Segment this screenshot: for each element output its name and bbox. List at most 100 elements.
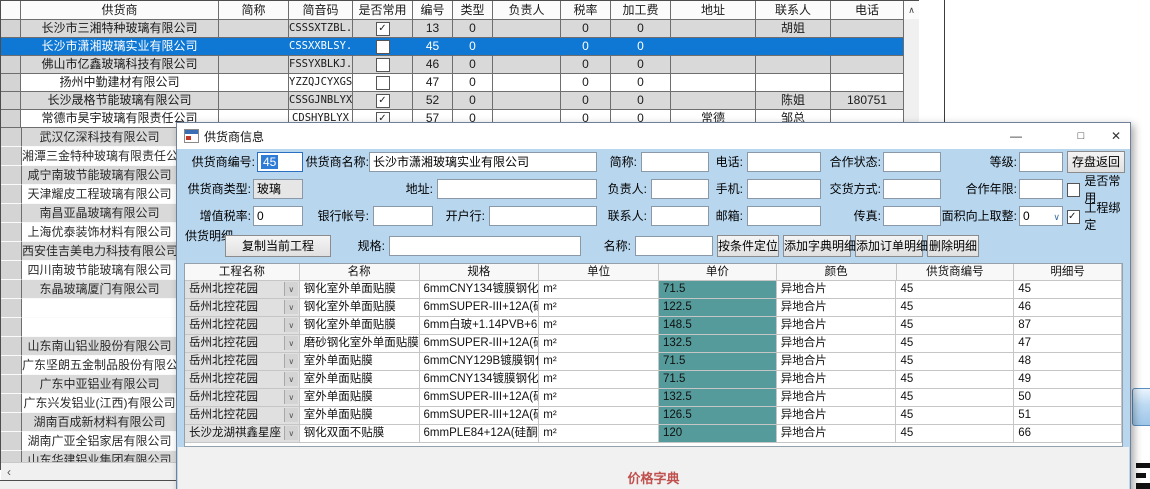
supplier-type-input[interactable]: 玻璃 bbox=[253, 179, 303, 199]
supplier-list-item[interactable] bbox=[1, 299, 177, 318]
spec-cell[interactable]: 6mmSUPER-III+12A(硅... bbox=[420, 299, 540, 317]
supplier-list-item[interactable]: 武汉亿深科技有限公司 bbox=[1, 128, 177, 147]
supplier-table-row[interactable]: 长沙市潇湘玻璃实业有限公司 CSSXXBLSY... 45 0 0 0 bbox=[1, 38, 919, 56]
name-cell[interactable]: 室外单面贴膜 bbox=[300, 371, 420, 389]
project-combo-cell[interactable]: 岳州北控花园 bbox=[185, 389, 300, 407]
col-header-supplier-no[interactable]: 供货商编号 bbox=[897, 264, 1015, 281]
supplier-list-item[interactable]: 西安佳吉美电力科技有限公司 bbox=[1, 242, 177, 261]
copy-project-button[interactable]: 复制当前工程 bbox=[225, 235, 331, 257]
spec-cell[interactable]: 6mmCNY129B镀膜钢化 bbox=[420, 353, 540, 371]
spec-cell[interactable]: 6mmCNY134镀膜钢化 bbox=[420, 371, 540, 389]
coop-status-input[interactable] bbox=[883, 152, 941, 172]
color-cell[interactable]: 异地合片 bbox=[777, 353, 897, 371]
spec-filter-input[interactable] bbox=[389, 236, 581, 256]
locate-button[interactable]: 按条件定位 bbox=[717, 235, 779, 257]
contact-input[interactable] bbox=[651, 206, 709, 226]
price-cell[interactable]: 71.5 bbox=[659, 281, 777, 299]
detail-grid-row[interactable]: 岳州北控花园 磨砂钢化室外单面贴膜 6mmSUPER-III+12A(硅... … bbox=[185, 335, 1122, 353]
manager-input[interactable] bbox=[651, 179, 709, 199]
col-header-name[interactable]: 名称 bbox=[300, 264, 420, 281]
grade-input[interactable] bbox=[1019, 152, 1063, 172]
dialog-titlebar[interactable]: 供货商信息 — □ ✕ bbox=[177, 123, 1130, 149]
horizontal-scrollbar[interactable]: ‹ bbox=[1, 462, 176, 480]
name-cell[interactable]: 室外单面贴膜 bbox=[300, 353, 420, 371]
detail-grid-row[interactable]: 岳州北控花园 室外单面贴膜 6mmCNY134镀膜钢化 m² 71.5 异地合片… bbox=[185, 371, 1122, 389]
unit-cell[interactable]: m² bbox=[539, 371, 659, 389]
supplier-no-cell[interactable]: 45 bbox=[896, 407, 1014, 425]
supplier-list-item[interactable]: 广东兴发铝业(江西)有限公司 bbox=[1, 394, 177, 413]
name-cell[interactable]: 室外单面贴膜 bbox=[300, 389, 420, 407]
add-order-detail-button[interactable]: 添加订单明细 bbox=[855, 235, 923, 257]
fax-input[interactable] bbox=[883, 206, 941, 226]
supplier-list-item[interactable]: 四川南玻节能玻璃有限公司 bbox=[1, 261, 177, 280]
common-checkbox[interactable] bbox=[376, 40, 390, 54]
spec-cell[interactable]: 6mmSUPER-III+12A(硅... bbox=[420, 389, 540, 407]
close-button[interactable]: ✕ bbox=[1102, 123, 1130, 149]
mobile-input[interactable] bbox=[747, 179, 821, 199]
common-checkbox[interactable] bbox=[376, 58, 390, 72]
maximize-button[interactable]: □ bbox=[1066, 123, 1096, 149]
supplier-list-item[interactable] bbox=[1, 318, 177, 337]
detail-grid-row[interactable]: 长沙龙湖祺鑫星座 钢化双面不贴膜 6mmPLE84+12A(硅酮胶... m² … bbox=[185, 425, 1122, 443]
detail-no-cell[interactable]: 46 bbox=[1014, 299, 1122, 317]
name-cell[interactable]: 磨砂钢化室外单面贴膜 bbox=[300, 335, 420, 353]
often-used-checkbox[interactable] bbox=[1067, 183, 1080, 197]
name-cell[interactable]: 钢化室外单面贴膜 bbox=[300, 317, 420, 335]
col-header-price[interactable]: 单价 bbox=[659, 264, 777, 281]
scroll-left-icon[interactable]: ‹ bbox=[1, 464, 17, 480]
detail-no-cell[interactable]: 49 bbox=[1014, 371, 1122, 389]
supplier-no-cell[interactable]: 45 bbox=[896, 281, 1014, 299]
project-combo-cell[interactable]: 岳州北控花园 bbox=[185, 335, 300, 353]
project-combo-cell[interactable]: 长沙龙湖祺鑫星座 bbox=[185, 425, 300, 443]
col-header-fee[interactable]: 加工费 bbox=[611, 1, 671, 20]
supplier-list-item[interactable]: 广东中亚铝业有限公司 bbox=[1, 375, 177, 394]
col-header-shortname[interactable]: 简称 bbox=[219, 1, 289, 20]
detail-grid-row[interactable]: 岳州北控花园 室外单面贴膜 6mmSUPER-III+12A(硅... m² 1… bbox=[185, 407, 1122, 425]
price-cell[interactable]: 71.5 bbox=[659, 353, 777, 371]
supplier-list-item[interactable]: 天津耀皮工程玻璃有限公司 bbox=[1, 185, 177, 204]
supplier-list-item[interactable]: 湘潭三金特种玻璃有限责任公司 bbox=[1, 147, 177, 166]
email-input[interactable] bbox=[747, 206, 821, 226]
col-header-unit[interactable]: 单位 bbox=[539, 264, 659, 281]
color-cell[interactable]: 异地合片 bbox=[777, 371, 897, 389]
detail-no-cell[interactable]: 45 bbox=[1014, 281, 1122, 299]
common-checkbox[interactable] bbox=[376, 76, 390, 90]
shortname-input[interactable] bbox=[641, 152, 709, 172]
spec-cell[interactable]: 6mmSUPER-III+12A(硅... bbox=[420, 335, 540, 353]
scroll-up-icon[interactable]: ∧ bbox=[904, 1, 919, 20]
supplier-table-row[interactable]: 扬州中勤建材有限公司 YZZQJCYXGS 47 0 0 0 bbox=[1, 74, 919, 92]
price-cell[interactable]: 122.5 bbox=[659, 299, 777, 317]
price-cell[interactable]: 132.5 bbox=[659, 389, 777, 407]
project-bind-checkbox-row[interactable]: 工程绑定 bbox=[1067, 206, 1130, 226]
supplier-no-cell[interactable]: 45 bbox=[896, 299, 1014, 317]
bank-input[interactable] bbox=[489, 206, 597, 226]
address-input[interactable] bbox=[437, 179, 597, 199]
spec-cell[interactable]: 6mm白玻+1.14PVB+6mm... bbox=[420, 317, 540, 335]
color-cell[interactable]: 异地合片 bbox=[777, 281, 897, 299]
name-cell[interactable]: 室外单面贴膜 bbox=[300, 407, 420, 425]
detail-grid-row[interactable]: 岳州北控花园 室外单面贴膜 6mmCNY129B镀膜钢化 m² 71.5 异地合… bbox=[185, 353, 1122, 371]
detail-grid-row[interactable]: 岳州北控花园 钢化室外单面贴膜 6mm白玻+1.14PVB+6mm... m² … bbox=[185, 317, 1122, 335]
col-header-address[interactable]: 地址 bbox=[671, 1, 756, 20]
col-header-supplier[interactable]: 供货商 bbox=[21, 1, 219, 20]
unit-cell[interactable]: m² bbox=[539, 317, 659, 335]
col-header-taxrate[interactable]: 税率 bbox=[561, 1, 611, 20]
project-combo-cell[interactable]: 岳州北控花园 bbox=[185, 317, 300, 335]
col-header-common[interactable]: 是否常用 bbox=[353, 1, 413, 20]
project-combo-cell[interactable]: 岳州北控花园 bbox=[185, 299, 300, 317]
detail-grid-row[interactable]: 岳州北控花园 钢化室外单面贴膜 6mmSUPER-III+12A(硅... m²… bbox=[185, 299, 1122, 317]
area-round-combo[interactable]: 0 bbox=[1019, 206, 1063, 226]
supplier-list-item[interactable]: 山东南山铝业股份有限公司 bbox=[1, 337, 177, 356]
supplier-list-item[interactable]: 湖南百成新材料有限公司 bbox=[1, 413, 177, 432]
project-combo-cell[interactable]: 岳州北控花园 bbox=[185, 353, 300, 371]
save-return-button[interactable]: 存盘返回 bbox=[1067, 151, 1125, 173]
supplier-table-row[interactable]: 长沙市三湘特种玻璃有限公司 CSSSXTZBL... 13 0 0 0 胡姐 bbox=[1, 20, 919, 38]
supplier-list-item[interactable]: 咸宁南玻节能玻璃有限公司 bbox=[1, 166, 177, 185]
unit-cell[interactable]: m² bbox=[539, 425, 659, 443]
supplier-no-cell[interactable]: 45 bbox=[896, 425, 1014, 443]
detail-grid-row[interactable]: 岳州北控花园 室外单面贴膜 6mmSUPER-III+12A(硅... m² 1… bbox=[185, 389, 1122, 407]
supplier-list-item[interactable]: 东晶玻璃厦门有限公司 bbox=[1, 280, 177, 299]
color-cell[interactable]: 异地合片 bbox=[777, 407, 897, 425]
name-cell[interactable]: 钢化双面不贴膜 bbox=[300, 425, 420, 443]
detail-no-cell[interactable]: 66 bbox=[1014, 425, 1122, 443]
